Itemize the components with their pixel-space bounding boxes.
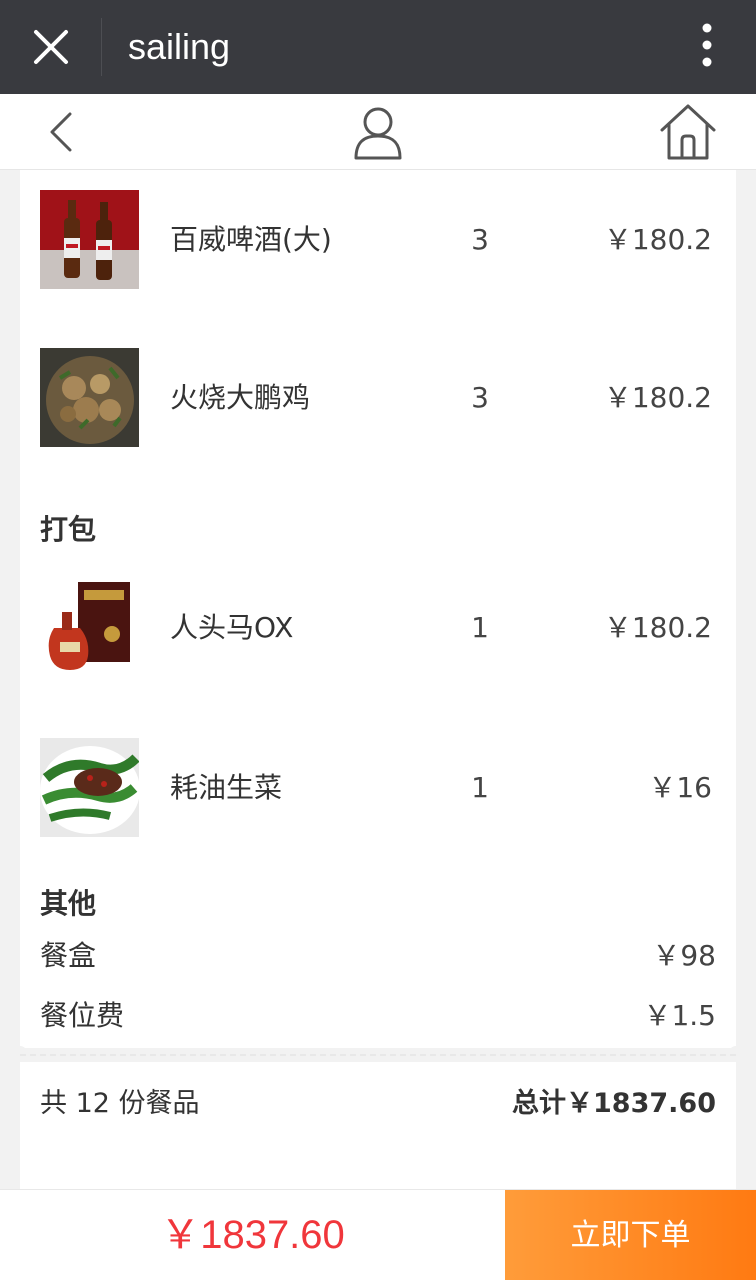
chevron-left-icon[interactable] xyxy=(40,108,84,156)
item-name: 百威啤酒(大) xyxy=(170,223,332,256)
order-summary: 共 12 份餐品 总计￥1837.60 xyxy=(20,1062,736,1190)
item-price: ￥180.2 xyxy=(603,381,712,414)
checkout-amount: ￥1837.60 xyxy=(160,1213,345,1257)
title-divider xyxy=(101,18,102,76)
item-quantity: 1 xyxy=(471,771,489,804)
user-icon[interactable] xyxy=(350,102,406,162)
order-card: 百威啤酒(大) 3 ￥180.2 火烧大鹏鸡 3 ￥180.2 打包 人头马OX… xyxy=(20,170,736,1048)
divider-notch-right xyxy=(729,1046,743,1060)
fee-label: 餐位费 xyxy=(40,999,125,1032)
vegetable-thumbnail xyxy=(40,738,139,837)
title-bar: sailing xyxy=(0,0,756,94)
dashed-divider xyxy=(20,1054,736,1056)
nav-bar xyxy=(0,94,756,170)
item-count: 共 12 份餐品 xyxy=(40,1088,200,1119)
checkout-bar: ￥1837.60 立即下单 xyxy=(0,1189,756,1280)
place-order-button[interactable]: 立即下单 xyxy=(505,1190,756,1280)
chicken-thumbnail xyxy=(40,348,139,447)
item-name: 人头马OX xyxy=(170,611,294,644)
window-title: sailing xyxy=(128,26,231,67)
more-vertical-icon[interactable] xyxy=(690,22,724,68)
order-item[interactable]: 耗油生菜 1 ￥16 xyxy=(20,738,736,838)
order-item[interactable]: 人头马OX 1 ￥180.2 xyxy=(20,578,736,678)
item-quantity: 3 xyxy=(471,381,489,414)
fee-row-seat: 餐位费 ￥1.5 xyxy=(40,996,716,1036)
home-icon[interactable] xyxy=(658,102,718,162)
item-quantity: 1 xyxy=(471,611,489,644)
item-price: ￥180.2 xyxy=(603,611,712,644)
fee-value: ￥98 xyxy=(652,939,716,972)
cognac-thumbnail xyxy=(40,578,139,677)
other-section-title: 其他 xyxy=(40,887,97,920)
divider-notch-left xyxy=(13,1046,27,1060)
item-price: ￥180.2 xyxy=(603,223,712,256)
order-item[interactable]: 火烧大鹏鸡 3 ￥180.2 xyxy=(20,348,736,448)
close-icon[interactable] xyxy=(28,24,74,70)
fee-row-box: 餐盒 ￥98 xyxy=(40,936,716,976)
fee-label: 餐盒 xyxy=(40,939,97,972)
order-total: 总计￥1837.60 xyxy=(512,1088,716,1119)
item-price: ￥16 xyxy=(648,771,712,804)
beer-thumbnail xyxy=(40,190,139,289)
item-quantity: 3 xyxy=(471,223,489,256)
item-name: 耗油生菜 xyxy=(170,771,283,804)
item-name: 火烧大鹏鸡 xyxy=(170,381,311,414)
order-item[interactable]: 百威啤酒(大) 3 ￥180.2 xyxy=(20,190,736,290)
fee-value: ￥1.5 xyxy=(643,999,716,1032)
takeout-section-title: 打包 xyxy=(40,513,97,546)
